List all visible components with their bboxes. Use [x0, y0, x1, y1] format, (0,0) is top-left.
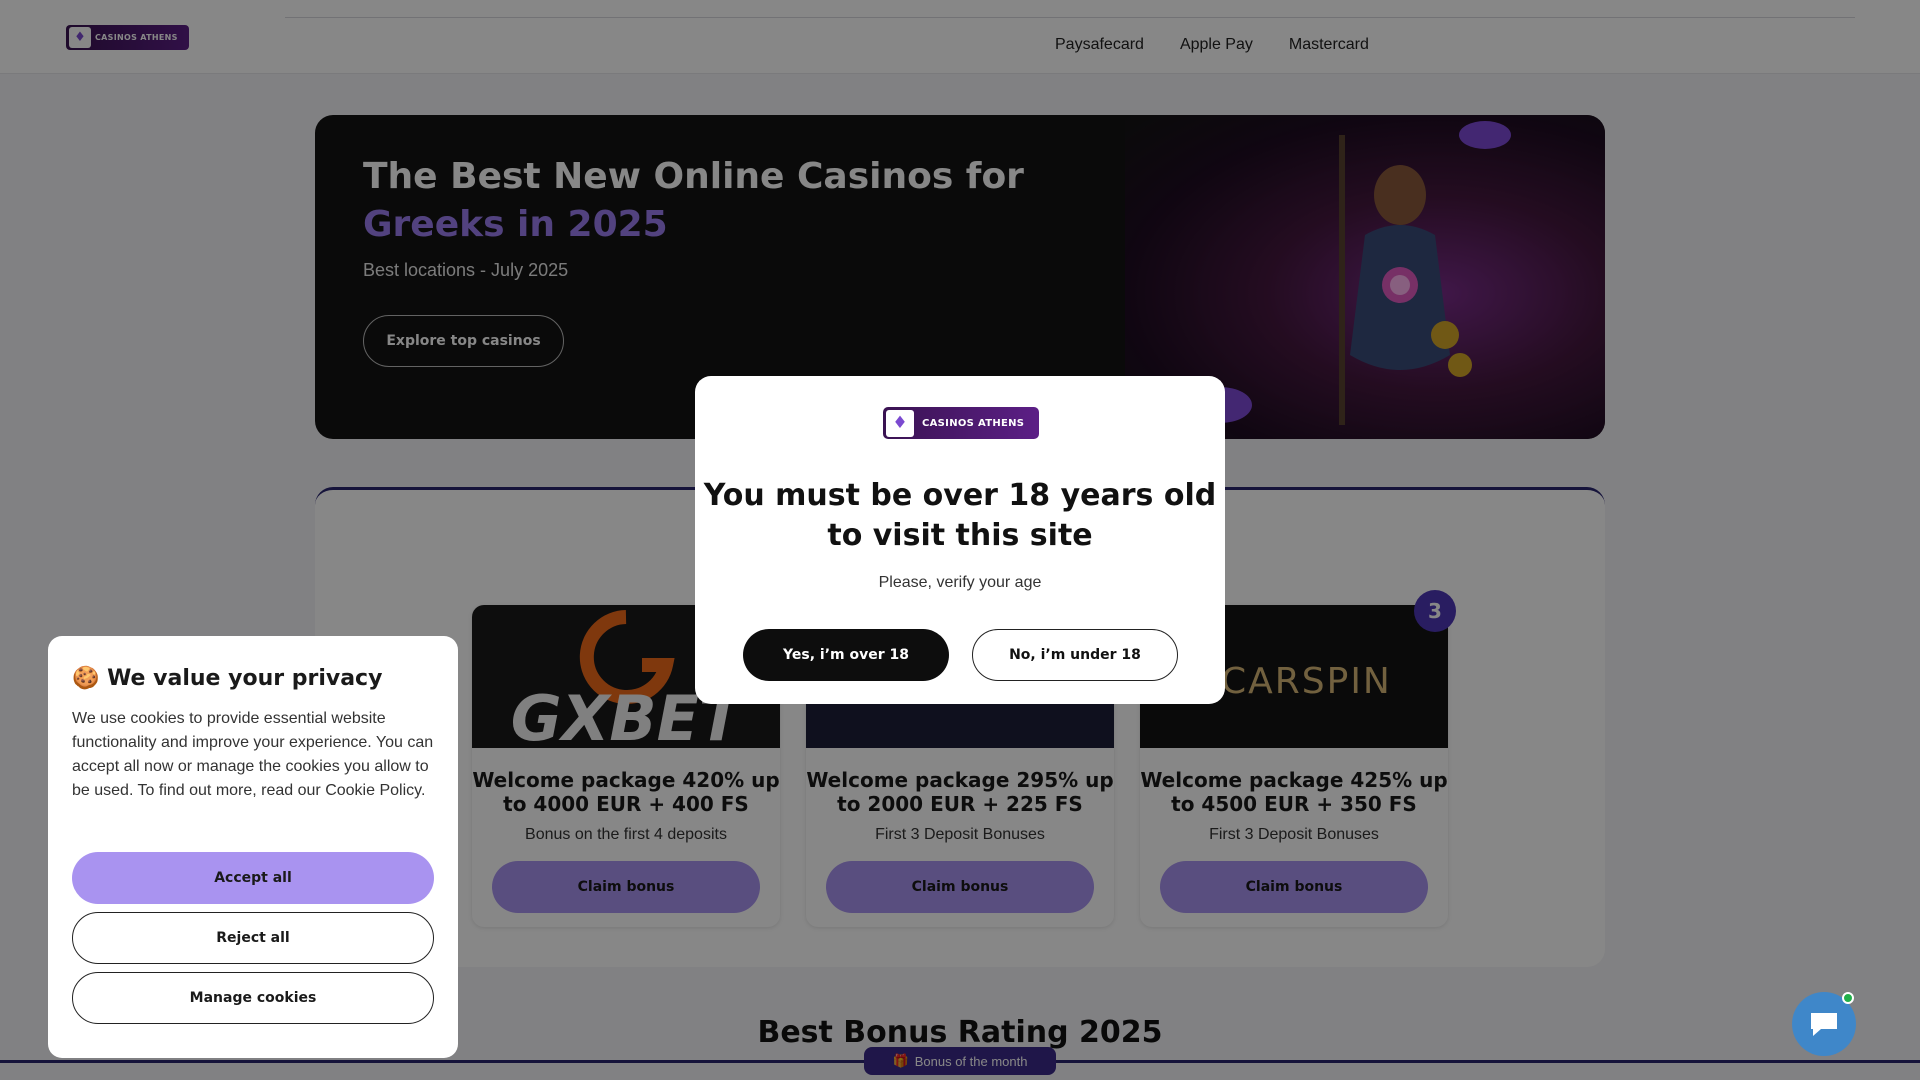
cookie-consent-panel: 🍪 We value your privacy We use cookies t…	[48, 636, 458, 1058]
cookie-title-text: We value your privacy	[107, 666, 383, 691]
age-modal-subtitle: Please, verify your age	[878, 574, 1042, 591]
under-18-button[interactable]: No, i’m under 18	[972, 629, 1178, 681]
over-18-button[interactable]: Yes, i’m over 18	[743, 629, 949, 681]
accept-all-button[interactable]: Accept all	[72, 852, 434, 904]
modal-logo-text: CASINOS ATHENS	[922, 417, 1025, 429]
diamond-icon: ♦	[886, 409, 914, 437]
chat-icon	[1811, 1013, 1837, 1036]
cookie-title: 🍪 We value your privacy	[72, 666, 434, 691]
online-status-dot	[1842, 992, 1854, 1004]
chat-button[interactable]	[1792, 992, 1856, 1056]
modal-logo: ♦ CASINOS ATHENS	[883, 407, 1039, 439]
cookie-icon: 🍪	[72, 666, 100, 691]
age-verification-modal: ♦ CASINOS ATHENS You must be over 18 yea…	[695, 376, 1225, 704]
age-modal-title: You must be over 18 years old to visit t…	[703, 478, 1217, 553]
reject-all-button[interactable]: Reject all	[72, 912, 434, 964]
cookie-body: We use cookies to provide essential webs…	[72, 710, 434, 799]
manage-cookies-button[interactable]: Manage cookies	[72, 972, 434, 1024]
